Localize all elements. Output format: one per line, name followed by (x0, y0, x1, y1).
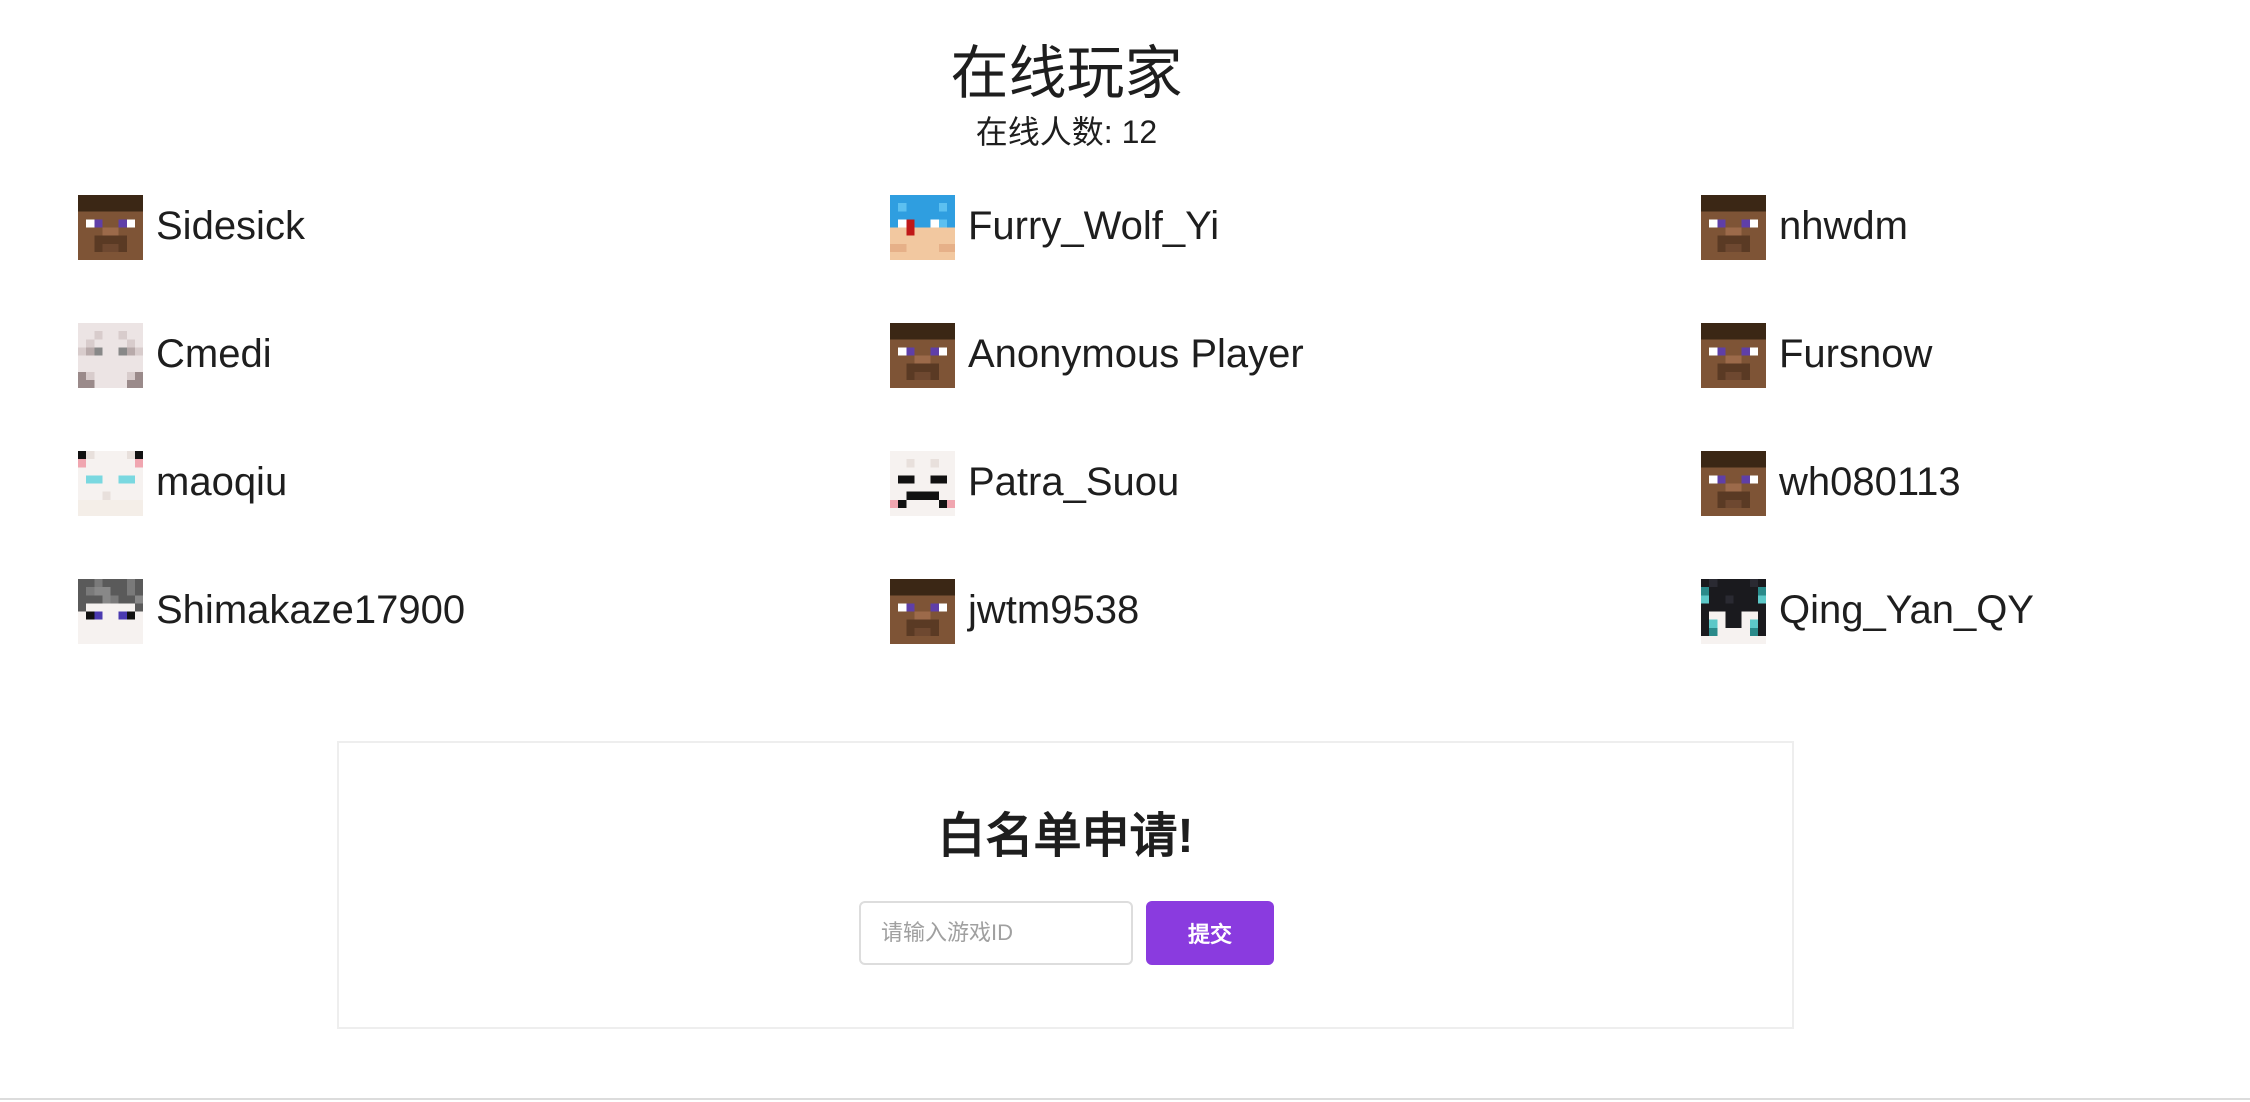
player-name: Sidesick (156, 204, 305, 248)
player-item: maoqiu (78, 451, 890, 579)
grey-hair-head-icon (78, 579, 143, 644)
submit-button[interactable]: 提交 (1146, 901, 1274, 965)
player-item: Anonymous Player (890, 323, 1701, 451)
player-name: maoqiu (156, 460, 288, 504)
online-count: 在线人数: 12 (975, 114, 1158, 150)
player-item: jwtm9538 (890, 579, 1701, 707)
pale-white-head-icon (78, 323, 143, 388)
whitelist-title: 白名单申请! (937, 810, 1194, 863)
player-name: wh080113 (1779, 460, 1961, 504)
player-item: nhwdm (1701, 195, 2138, 323)
dark-teal-head-icon (1701, 579, 1766, 644)
player-list: Sidesick Furry_Wolf_Yi nhwdm Cmedi Anonymous… (78, 195, 2138, 707)
player-name: Anonymous Player (968, 332, 1304, 376)
player-name: jwtm9538 (968, 588, 1140, 632)
steve-head-icon (1701, 195, 1766, 260)
whitelist-form: 提交 (859, 901, 1274, 965)
steve-head-icon (1701, 323, 1766, 388)
player-name: Fursnow (1779, 332, 1933, 376)
player-item: wh080113 (1701, 451, 2138, 579)
steve-head-icon (1701, 451, 1766, 516)
bottom-divider (0, 1098, 2250, 1100)
steve-head-icon (78, 195, 143, 260)
player-item: Fursnow (1701, 323, 2138, 451)
player-name: Shimakaze17900 (156, 588, 466, 632)
white-cat-head-icon (78, 451, 143, 516)
steve-head-icon (890, 323, 955, 388)
pink-white-head-icon (890, 451, 955, 516)
player-name: Cmedi (156, 332, 272, 376)
player-item: Furry_Wolf_Yi (890, 195, 1701, 323)
player-name: Patra_Suou (968, 460, 1180, 504)
player-name: Furry_Wolf_Yi (968, 204, 1220, 248)
page: 在线玩家 在线人数: 12 Sidesick Furry_Wolf_Yi nhwdm… (0, 0, 2250, 1102)
game-id-input[interactable] (859, 901, 1133, 965)
player-item: Cmedi (78, 323, 890, 451)
header: 在线玩家 在线人数: 12 (0, 36, 2133, 152)
player-name: nhwdm (1779, 204, 1908, 248)
steve-head-icon (890, 579, 955, 644)
player-item: Sidesick (78, 195, 890, 323)
player-item: Patra_Suou (890, 451, 1701, 579)
player-item: Shimakaze17900 (78, 579, 890, 707)
player-item: Qing_Yan_QY (1701, 579, 2138, 707)
page-title: 在线玩家 (950, 41, 1183, 106)
player-name: Qing_Yan_QY (1779, 588, 2034, 632)
blue-wolf-head-icon (890, 195, 955, 260)
whitelist-card: 白名单申请! 提交 (337, 741, 1794, 1029)
